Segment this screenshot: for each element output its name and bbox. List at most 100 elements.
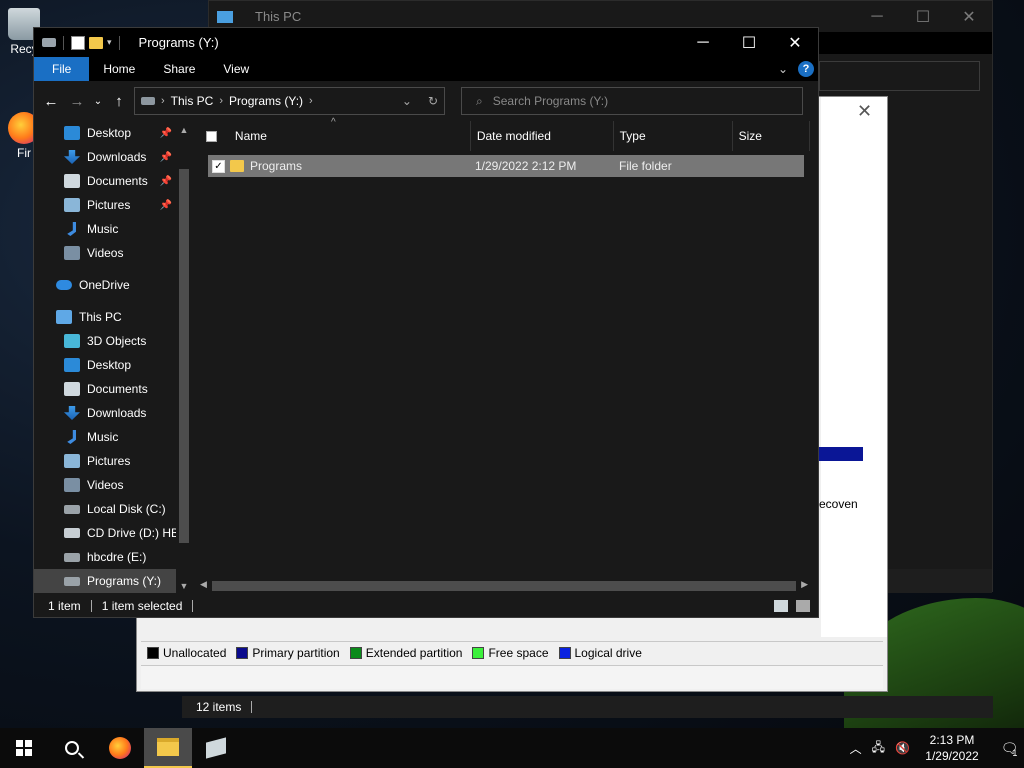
search-box[interactable]: ⌕ Search Programs (Y:) [461,87,803,115]
item-count: 1 item [48,599,81,613]
file-explorer-icon [157,738,179,756]
column-type[interactable]: Type [614,121,733,151]
search-icon [65,741,79,755]
column-size[interactable]: Size [733,121,810,151]
details-view-icon[interactable] [774,600,788,612]
selected-count: 1 item selected [101,599,183,613]
nav-item-this-pc[interactable]: This PC [34,305,192,329]
maximize-button[interactable]: ☐ [900,1,946,32]
taskbar-disk-management[interactable] [192,728,240,768]
nav-scrollbar[interactable]: ▲ ▼ [176,121,192,595]
close-icon[interactable]: ✕ [857,101,872,122]
help-button[interactable]: ? [798,61,814,77]
properties-quick-icon[interactable] [71,35,85,50]
disk-list-panel [821,97,887,637]
scroll-thumb[interactable] [179,169,189,543]
nav-item-desktop[interactable]: Desktop 📌 [34,121,192,145]
nav-item-pc-desktop[interactable]: Desktop [34,353,192,377]
nav-item-videos[interactable]: Videos [34,241,192,265]
file-list[interactable]: ^ Name Date modified Type Size ✓ Program… [198,117,810,595]
volume-muted-icon[interactable]: 🔇 [895,741,910,755]
quick-access-dropdown-icon[interactable]: ▾ [107,37,112,48]
nav-item-documents[interactable]: Documents 📌 [34,169,192,193]
column-date-modified[interactable]: Date modified [471,121,614,151]
breadcrumb-this-pc[interactable]: This PC [171,94,214,108]
forward-arrow-icon[interactable]: → [66,88,88,114]
nav-item-hbcdre[interactable]: hbcdre (E:) [34,545,192,569]
clock[interactable]: 2:13 PM 1/29/2022 [920,732,984,764]
windows-logo-icon [16,740,32,756]
address-dropdown-icon[interactable]: ⌄ [402,94,412,108]
navigation-pane[interactable]: Desktop 📌 Downloads 📌 Documents 📌 Pictures 📌… [34,121,192,595]
notification-center-button[interactable]: 🗨 1 [994,728,1024,768]
close-button[interactable]: ✕ [946,1,992,32]
show-hidden-icons-icon[interactable]: ︿ [850,740,862,757]
pin-icon: 📌 [159,175,172,187]
nav-item-cd-drive[interactable]: CD Drive (D:) HB [34,521,192,545]
refresh-icon[interactable]: ↻ [428,94,438,108]
back-arrow-icon[interactable]: ← [40,88,62,114]
minimize-button[interactable]: ─ [680,28,726,57]
tab-file[interactable]: File [34,57,90,81]
file-type: File folder [619,159,672,173]
column-headers: ^ Name Date modified Type Size [198,117,810,151]
nav-item-downloads[interactable]: Downloads 📌 [34,145,192,169]
pin-icon: 📌 [159,199,172,211]
select-all-checkbox[interactable] [206,130,217,142]
drive-icon [64,552,80,562]
new-folder-quick-icon[interactable] [89,36,103,49]
taskbar-firefox[interactable] [96,728,144,768]
maximize-button[interactable]: ☐ [726,28,772,57]
row-checkbox[interactable]: ✓ [212,159,225,173]
search-button[interactable] [48,728,96,768]
nav-item-pc-videos[interactable]: Videos [34,473,192,497]
firefox-label: Fir [17,146,31,160]
this-pc-title: This PC [255,9,302,24]
this-pc-search-box[interactable] [819,61,980,91]
nav-item-music[interactable]: Music [34,217,192,241]
nav-item-3d-objects[interactable]: 3D Objects [34,329,192,353]
breadcrumb-current[interactable]: Programs (Y:) [229,94,303,108]
breadcrumb-separator-icon[interactable]: › [161,95,165,107]
explorer-window[interactable]: ▾ Programs (Y:) ─ ☐ ✕ File Home Share Vi… [33,27,819,618]
tab-view[interactable]: View [209,57,263,81]
ribbon-tabs: File Home Share View ⌄ ? [34,57,818,81]
documents-icon [64,382,80,396]
nav-item-programs[interactable]: Programs (Y:) [34,569,192,593]
notification-count: 1 [1012,748,1018,758]
horizontal-scroll-thumb[interactable] [212,581,796,591]
taskbar-file-explorer[interactable] [144,728,192,768]
tab-share[interactable]: Share [149,57,209,81]
recent-locations-icon[interactable]: ⌄ [92,88,104,114]
network-icon[interactable]: 🖧 [872,738,885,759]
nav-item-pc-documents[interactable]: Documents [34,377,192,401]
tab-home[interactable]: Home [89,57,149,81]
nav-item-local-disk[interactable]: Local Disk (C:) [34,497,192,521]
scroll-left-icon[interactable]: ◀ [200,579,207,590]
drive-icon [42,38,56,47]
scroll-right-icon[interactable]: ▶ [801,579,808,590]
partition-legend: Unallocated Primary partition Extended p… [141,641,883,663]
nav-item-pictures[interactable]: Pictures 📌 [34,193,192,217]
nav-item-onedrive[interactable]: OneDrive [34,273,192,297]
up-arrow-icon[interactable]: ↑ [108,88,130,114]
address-bar[interactable]: › This PC › Programs (Y:) › ⌄ ↻ [134,87,445,115]
partition-bar [819,447,863,461]
expand-ribbon-icon[interactable]: ⌄ [778,62,788,76]
large-icons-view-icon[interactable] [796,600,810,612]
close-button[interactable]: ✕ [772,28,818,57]
videos-icon [64,246,80,260]
start-button[interactable] [0,728,48,768]
column-name[interactable]: Name [229,121,471,151]
scroll-down-icon[interactable]: ▼ [176,581,192,591]
clock-date: 1/29/2022 [925,749,979,763]
breadcrumb-separator-icon[interactable]: › [309,95,313,107]
nav-item-pc-music[interactable]: Music [34,425,192,449]
nav-item-pc-downloads[interactable]: Downloads [34,401,192,425]
nav-item-pc-pictures[interactable]: Pictures [34,449,192,473]
minimize-button[interactable]: ─ [854,1,900,32]
file-row[interactable]: ✓ Programs 1/29/2022 2:12 PM File folder [208,155,804,177]
breadcrumb-separator-icon[interactable]: › [219,95,223,107]
horizontal-scrollbar[interactable]: ◀ ▶ [198,577,810,595]
scroll-up-icon[interactable]: ▲ [176,125,192,135]
